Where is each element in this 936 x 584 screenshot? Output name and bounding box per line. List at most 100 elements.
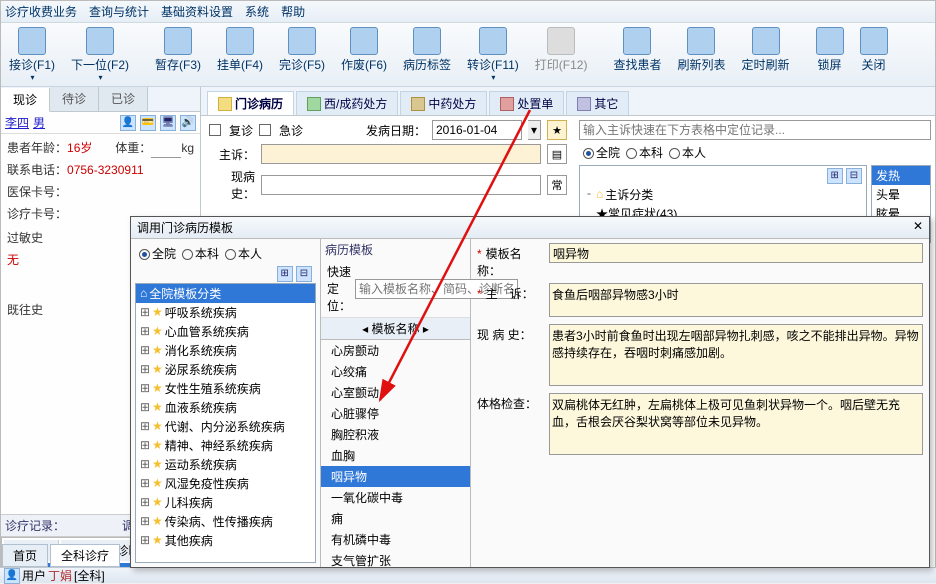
tab-order[interactable]: 处置单 bbox=[489, 91, 564, 115]
template-item[interactable]: 心房颤动 bbox=[321, 340, 470, 361]
tab-other[interactable]: 其它 bbox=[566, 91, 629, 115]
tree-expand-icon[interactable]: ⊞ bbox=[827, 168, 843, 184]
tab-rx-west[interactable]: 西/成药处方 bbox=[296, 91, 398, 115]
menu-bar: 诊疗收费业务 查询与统计 基础资料设置 系统 帮助 bbox=[1, 1, 935, 23]
menu-base[interactable]: 基础资料设置 bbox=[161, 3, 233, 20]
template-item[interactable]: 心室颤动 bbox=[321, 382, 470, 403]
chief-hint-input[interactable] bbox=[579, 120, 931, 140]
status-user: 丁娟 bbox=[48, 567, 72, 584]
menu-query[interactable]: 查询与统计 bbox=[89, 3, 149, 20]
tab-rx-cn[interactable]: 中药处方 bbox=[400, 91, 487, 115]
template-item[interactable]: 血胸 bbox=[321, 445, 470, 466]
refer-button[interactable]: 转诊(F11)▾ bbox=[459, 25, 527, 84]
scope-self[interactable]: 本人 bbox=[669, 144, 706, 161]
template-item[interactable]: 有机磷中毒 bbox=[321, 529, 470, 550]
category-item[interactable]: ⊞★呼吸系统疾病 bbox=[136, 303, 315, 322]
record-label: 诊疗记录： bbox=[5, 517, 65, 534]
m-scope-dept[interactable]: 本科 bbox=[182, 245, 219, 262]
tab-now[interactable]: 现诊 bbox=[1, 88, 50, 112]
refresh-button[interactable]: 刷新列表 bbox=[669, 25, 733, 84]
finish-button[interactable]: 完诊(F5) bbox=[271, 25, 333, 84]
register-button[interactable]: 挂单(F4) bbox=[209, 25, 271, 84]
patient-name[interactable]: 李四 bbox=[5, 114, 29, 131]
tpl-section-title: 病历模板 bbox=[321, 239, 470, 260]
menu-clinic[interactable]: 诊疗收费业务 bbox=[5, 3, 77, 20]
category-item[interactable]: ⊞★消化系统疾病 bbox=[136, 341, 315, 360]
template-item[interactable]: 心脏骤停 bbox=[321, 403, 470, 424]
lock-button[interactable]: 锁屏 bbox=[808, 25, 852, 84]
dialog-close-icon[interactable]: ✕ bbox=[913, 219, 923, 236]
category-tree[interactable]: ⌂全院模板分类 ⊞★呼吸系统疾病⊞★心血管系统疾病⊞★消化系统疾病⊞★泌尿系统疾… bbox=[135, 283, 316, 564]
category-item[interactable]: ⊞★代谢、内分泌系统疾病 bbox=[136, 417, 315, 436]
category-item[interactable]: ⊞★运动系统疾病 bbox=[136, 455, 315, 474]
sound-icon[interactable]: 🔊 bbox=[180, 115, 196, 131]
timed-button[interactable]: 定时刷新 bbox=[734, 25, 798, 84]
history-input[interactable] bbox=[261, 175, 541, 195]
template-list[interactable]: 心房颤动心绞痛心室颤动心脏骤停胸腔积液血胸咽异物一氧化碳中毒痈有机磷中毒支气管扩… bbox=[321, 340, 470, 567]
card-icon[interactable]: 💳 bbox=[140, 115, 156, 131]
category-item[interactable]: ⊞★精神、神经系统疾病 bbox=[136, 436, 315, 455]
tab-wait[interactable]: 待诊 bbox=[50, 87, 99, 111]
urgent-checkbox[interactable] bbox=[259, 124, 271, 136]
category-item[interactable]: ⊞★血液系统疾病 bbox=[136, 398, 315, 417]
tpl-exam-input[interactable] bbox=[549, 393, 923, 455]
onset-date-input[interactable] bbox=[432, 120, 522, 140]
invalid-button[interactable]: 作废(F6) bbox=[333, 25, 395, 84]
chief-input[interactable] bbox=[261, 144, 541, 164]
tab-record[interactable]: 门诊病历 bbox=[207, 91, 294, 115]
category-item[interactable]: ⊞★女性生殖系统疾病 bbox=[136, 379, 315, 398]
tpl-chief-input[interactable] bbox=[549, 283, 923, 317]
monitor-icon[interactable]: 🖥 bbox=[160, 115, 176, 131]
print-button[interactable]: 打印(F12) bbox=[527, 25, 596, 84]
bottom-home[interactable]: 首页 bbox=[2, 544, 48, 567]
tpl-name-input[interactable] bbox=[549, 243, 923, 263]
home-icon: ⌂ bbox=[140, 286, 147, 300]
status-role: [全科] bbox=[74, 567, 105, 584]
pill-icon bbox=[307, 97, 321, 111]
accept-button[interactable]: 接诊(F1)▾ bbox=[1, 25, 63, 84]
usual-button[interactable]: 常 bbox=[547, 175, 567, 195]
home-icon: ⌂ bbox=[596, 187, 603, 201]
m-tree-expand-icon[interactable]: ⊞ bbox=[277, 266, 293, 282]
close-button[interactable]: 关闭 bbox=[852, 25, 896, 84]
revisit-checkbox[interactable] bbox=[209, 124, 221, 136]
tree-collapse-icon[interactable]: ⊟ bbox=[846, 168, 862, 184]
m-scope-self[interactable]: 本人 bbox=[225, 245, 262, 262]
category-item[interactable]: ⊞★泌尿系统疾病 bbox=[136, 360, 315, 379]
patient-tabs: 现诊 待诊 已诊 bbox=[1, 87, 200, 112]
template-item[interactable]: 心绞痛 bbox=[321, 361, 470, 382]
category-item[interactable]: ⊞★风湿免疫性疾病 bbox=[136, 474, 315, 493]
chief-expand-button[interactable]: ▤ bbox=[547, 144, 567, 164]
template-item[interactable]: 支气管扩张 bbox=[321, 550, 470, 567]
menu-help[interactable]: 帮助 bbox=[281, 3, 305, 20]
list-icon bbox=[500, 97, 514, 111]
template-item[interactable]: 胸腔积液 bbox=[321, 424, 470, 445]
patient-sex: 男 bbox=[33, 114, 45, 131]
category-item[interactable]: ⊞★其他疾病 bbox=[136, 531, 315, 550]
scope-all[interactable]: 全院 bbox=[583, 144, 620, 161]
patient-phone: 0756-3230911 bbox=[67, 160, 144, 180]
next-button[interactable]: 下一位(F2)▾ bbox=[63, 25, 137, 84]
tab-done[interactable]: 已诊 bbox=[99, 87, 148, 111]
template-item[interactable]: 痈 bbox=[321, 508, 470, 529]
tpl-name-header[interactable]: ◂ 模板名称 ▸ bbox=[321, 318, 470, 340]
person-icon[interactable]: 👤 bbox=[120, 115, 136, 131]
tag-button[interactable]: 病历标签 bbox=[395, 25, 459, 84]
scope-dept[interactable]: 本科 bbox=[626, 144, 663, 161]
category-item[interactable]: ⊞★传染病、性传播疾病 bbox=[136, 512, 315, 531]
category-item[interactable]: ⊞★儿科疾病 bbox=[136, 493, 315, 512]
record-sub-tabs: 门诊病历 西/成药处方 中药处方 处置单 其它 bbox=[201, 87, 935, 116]
dialog-title: 调用门诊病历模板 bbox=[137, 219, 233, 236]
find-button[interactable]: 查找患者 bbox=[605, 25, 669, 84]
m-tree-collapse-icon[interactable]: ⊟ bbox=[296, 266, 312, 282]
save-button[interactable]: 暂存(F3) bbox=[147, 25, 209, 84]
tpl-history-input[interactable] bbox=[549, 324, 923, 386]
category-item[interactable]: ⊞★心血管系统疾病 bbox=[136, 322, 315, 341]
star-button[interactable]: ★ bbox=[547, 120, 567, 140]
m-scope-all[interactable]: 全院 bbox=[139, 245, 176, 262]
template-item[interactable]: 一氧化碳中毒 bbox=[321, 487, 470, 508]
date-dropdown-icon[interactable]: ▾ bbox=[528, 120, 541, 140]
bottom-dept[interactable]: 全科诊疗 bbox=[50, 544, 120, 567]
template-item[interactable]: 咽异物 bbox=[321, 466, 470, 487]
menu-system[interactable]: 系统 bbox=[245, 3, 269, 20]
